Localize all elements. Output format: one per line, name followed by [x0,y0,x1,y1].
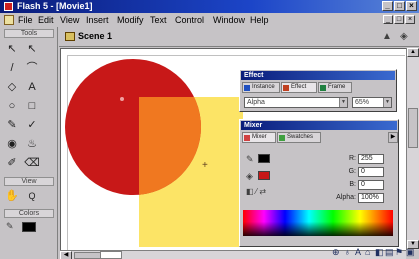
default-colors-icons[interactable]: ◧ ⁄ ⇄ [246,187,276,197]
doc-restore-button[interactable]: □ [394,15,404,24]
mixer-tabs: Mixer Swatches ▶ [242,132,398,143]
green-value-field[interactable]: 0 [358,167,384,177]
zoom-tool-icon[interactable]: Q [24,188,40,204]
paint-bucket-tool-icon[interactable]: ♨ [24,136,40,152]
panel-menu-arrow-icon[interactable]: ▶ [388,132,398,143]
toolbox: Tools ↖ ↖ / ⌒ ◇ A ○ □ ✎ ✓ ◉ ♨ ✐ ⌫ View ✋… [0,27,58,259]
menu-insert[interactable]: Insert [86,13,109,27]
character-icon[interactable]: A [355,246,361,259]
green-label: G: [348,168,356,175]
tab-effect[interactable]: Effect [281,82,317,93]
menu-file[interactable]: File [18,13,33,27]
scroll-up-button[interactable]: ▲ [407,48,419,57]
arrow-tool-icon[interactable]: ↖ [4,41,20,57]
maximize-button[interactable]: □ [394,1,405,11]
red-label: R: [349,155,356,162]
color-spectrum[interactable] [243,210,393,236]
zoom-field[interactable] [100,251,122,259]
alpha-amount-field[interactable]: 65% ▼ [352,97,392,108]
mixer-fill-swatch[interactable] [258,171,270,180]
dropper-tool-icon[interactable]: ✐ [4,155,20,171]
text-tool-icon[interactable]: A [24,79,40,95]
menu-modify[interactable]: Modify [117,13,144,27]
vertical-scrollbar[interactable]: ▲ ▼ [406,48,419,250]
menu-bar: File Edit View Insert Modify Text Contro… [0,13,419,27]
movie-explorer-icon[interactable]: ▤ [385,246,394,259]
lasso-tool-icon[interactable]: ⌒ [24,60,40,76]
status-strip [60,250,61,251]
mixer-stroke-swatch[interactable] [258,154,270,163]
title-bar: Flash 5 - [Movie1] _ □ × [0,0,419,13]
eraser-tool-icon[interactable]: ⌫ [24,155,40,171]
menu-control[interactable]: Control [175,13,204,27]
effect-panel-title: Effect [241,71,395,80]
menu-view[interactable]: View [60,13,79,27]
mixer-panel: Mixer Mixer Swatches ▶ ✎ ◈ ◧ ⁄ ⇄ R: 255 … [239,119,399,247]
stroke-color-swatch[interactable] [22,222,36,232]
pen-tool-icon[interactable]: ◇ [4,79,20,95]
document-icon[interactable] [4,15,14,25]
line-tool-icon[interactable]: / [4,60,20,76]
edit-symbols-icon[interactable]: ◈ [400,31,414,43]
effect-tabs: Instance Effect Frame [242,82,394,93]
crosshair-cursor-icon: + [202,160,208,171]
stroke-pencil-icon: ✎ [246,154,254,164]
scene-bar: Scene 1 ▲ ◈ [59,27,419,47]
menu-help[interactable]: Help [250,13,269,27]
pencil-tool-icon[interactable]: ✎ [4,117,20,133]
fill-bucket-icon: ◈ [246,171,253,181]
circle-highlight [120,97,124,101]
window-title: Flash 5 - [Movie1] [17,1,93,11]
align-icon[interactable]: ♁ [344,246,351,259]
edit-scene-icon[interactable]: ▲ [382,31,396,43]
mixer-icon[interactable]: ◧ [375,246,384,259]
effect-type-dropdown[interactable]: Alpha ▼ [244,97,348,108]
colors-label: Colors [4,209,54,218]
alpha-value-field[interactable]: 100% [358,193,384,203]
overlap-region [139,97,243,247]
minimize-button[interactable]: _ [382,1,393,11]
subselect-tool-icon[interactable]: ↖ [24,41,40,57]
mixer-panel-title: Mixer [241,121,397,130]
oval-tool-icon[interactable]: ○ [4,98,20,114]
scene-name: Scene 1 [78,31,113,41]
actions-icon[interactable]: ⚑ [395,246,403,259]
view-label: View [4,177,54,186]
menu-window[interactable]: Window [213,13,245,27]
ink-bottle-tool-icon[interactable]: ◉ [4,136,20,152]
hand-tool-icon[interactable]: ✋ [4,188,20,204]
blue-label: B: [349,181,356,188]
stroke-pencil-icon: ✎ [6,221,14,231]
menu-edit[interactable]: Edit [38,13,54,27]
vertical-scroll-thumb[interactable] [408,108,418,148]
scene-icon [65,32,75,41]
tab-instance[interactable]: Instance [242,82,280,93]
brush-tool-icon[interactable]: ✓ [24,117,40,133]
instance-icon[interactable]: ⌂ [365,246,370,259]
tools-label: Tools [4,29,54,38]
menu-text[interactable]: Text [150,13,167,27]
blue-value-field[interactable]: 0 [358,180,384,190]
doc-close-button[interactable]: × [405,15,415,24]
doc-minimize-button[interactable]: _ [383,15,393,24]
rectangle-tool-icon[interactable]: □ [24,98,40,114]
scroll-left-button[interactable]: ◀ [60,251,72,259]
flash-app-icon [4,2,13,11]
tab-swatches[interactable]: Swatches [277,132,321,143]
tab-frame[interactable]: Frame [318,82,352,93]
info-icon[interactable]: ⊕ [332,246,340,259]
library-icon[interactable]: ▣ [406,246,415,259]
close-button[interactable]: × [406,1,417,11]
alpha-label: Alpha: [336,194,356,201]
red-value-field[interactable]: 255 [358,154,384,164]
tab-mixer[interactable]: Mixer [242,132,276,143]
effect-panel: Effect Instance Effect Frame Alpha ▼ 65% ▼ [239,69,397,112]
